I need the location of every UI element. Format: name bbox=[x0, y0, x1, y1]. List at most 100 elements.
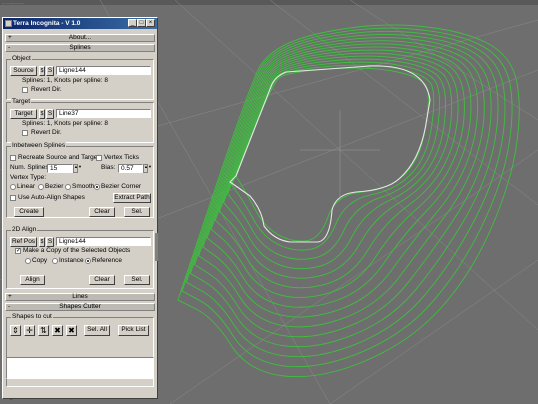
rollout-about-sign: + bbox=[8, 34, 12, 41]
inbetween-sel-button[interactable]: Sel. bbox=[124, 207, 150, 217]
vertex-linear-radio[interactable] bbox=[10, 184, 16, 190]
align2d-group: 2D Align Ref Pos $ S Ligne144 ✓ Make a C… bbox=[6, 226, 154, 289]
copy-label: Copy bbox=[32, 257, 48, 264]
bias-label: Bias: bbox=[101, 164, 116, 171]
contour-line bbox=[194, 37, 492, 338]
auto-align-label: Use Auto-Align Shapes bbox=[18, 194, 85, 201]
vertex-type-label: Vertex Type: bbox=[10, 174, 47, 181]
num-splines-spinner[interactable]: ▲▼ bbox=[73, 164, 82, 173]
minimize-button[interactable]: _ bbox=[128, 19, 137, 27]
terra-incognita-window: Terra Incognita - V 1.0 _ □ × + About...… bbox=[2, 17, 158, 399]
vertex-smooth-label: Smooth bbox=[72, 183, 95, 190]
object-pick-button[interactable]: $ bbox=[39, 66, 45, 76]
vertex-bezier-corner-radio[interactable] bbox=[94, 184, 100, 190]
rollout-shapes-cutter[interactable]: - Shapes Cutter bbox=[5, 303, 155, 311]
object-group-title: Object bbox=[11, 55, 32, 63]
instance-radio[interactable] bbox=[52, 258, 58, 264]
object-sel-button[interactable]: S bbox=[46, 66, 54, 76]
rollout-shapes-cutter-label: Shapes Cutter bbox=[59, 303, 101, 310]
pick-list-button[interactable]: Pick List bbox=[118, 325, 149, 336]
refpos-button[interactable]: Ref Pos bbox=[10, 237, 37, 247]
vertex-linear-label: Linear bbox=[17, 183, 36, 190]
target-pick-button[interactable]: $ bbox=[39, 109, 45, 119]
object-revert-checkbox[interactable] bbox=[22, 87, 28, 93]
align2d-group-title: 2D Align bbox=[11, 226, 38, 234]
target-sel-button[interactable]: S bbox=[46, 109, 54, 119]
vertex-ticks-checkbox[interactable] bbox=[96, 155, 102, 161]
app-icon bbox=[5, 20, 12, 27]
gizmo-axes bbox=[300, 110, 380, 200]
shapes-to-cut-title: Shapes to cut bbox=[11, 313, 53, 321]
source-field[interactable]: Ligne144 bbox=[56, 66, 151, 75]
swap-icon[interactable]: ⇅ bbox=[38, 325, 49, 336]
vertex-bezier-label: Bezier bbox=[45, 183, 64, 190]
target-revert-label: Revert Dir. bbox=[31, 129, 62, 136]
vertex-bezier-corner-label: Bezier Corner bbox=[101, 183, 142, 190]
inbetween-clear-button[interactable]: Clear bbox=[89, 207, 115, 217]
contour-line bbox=[189, 33, 499, 348]
recreate-checkbox[interactable] bbox=[10, 155, 16, 161]
rollout-splines-label: Splines bbox=[69, 44, 91, 51]
close-button[interactable]: × bbox=[146, 19, 155, 27]
delete-all-icon[interactable]: ✖ bbox=[66, 325, 77, 336]
panel-scrollbar[interactable] bbox=[155, 233, 158, 261]
rollout-splines-sign: - bbox=[8, 44, 11, 51]
recreate-label: Recreate Source and Target bbox=[18, 154, 100, 161]
instance-label: Instance bbox=[59, 257, 84, 264]
target-field[interactable]: Line37 bbox=[56, 109, 151, 118]
rollout-lines-sign: + bbox=[8, 293, 12, 300]
rollout-lines[interactable]: + Lines bbox=[5, 293, 155, 301]
inbetween-group: Inbetween Splines Recreate Source and Ta… bbox=[6, 142, 154, 218]
align-field[interactable]: Ligne144 bbox=[56, 237, 151, 246]
align-clear-button[interactable]: Clear bbox=[89, 275, 115, 285]
sel-all-button[interactable]: Sel. All bbox=[84, 325, 110, 336]
vertex-bezier-radio[interactable] bbox=[38, 184, 44, 190]
remove-icon[interactable]: ✖ bbox=[52, 325, 63, 336]
target-group: Target Target $ S Line37 Splines: 1, Kno… bbox=[6, 98, 154, 143]
target-group-title: Target bbox=[11, 98, 32, 106]
object-group: Object Source $ S Ligne144 Splines: 1, K… bbox=[6, 55, 154, 100]
object-info: Splines: 1, Knots per spline: 8 bbox=[22, 77, 108, 84]
window-title: Terra Incognita - V 1.0 bbox=[13, 20, 81, 27]
rollout-about[interactable]: + About... bbox=[5, 34, 155, 42]
target-button[interactable]: Target bbox=[10, 109, 37, 119]
copy-radio[interactable] bbox=[25, 258, 31, 264]
bias-field[interactable]: 0.57 bbox=[118, 164, 143, 173]
num-splines-label: Num. Splines: bbox=[10, 164, 51, 171]
rollout-about-label: About... bbox=[68, 34, 92, 41]
shapes-list[interactable] bbox=[6, 357, 154, 379]
target-revert-checkbox[interactable] bbox=[22, 130, 28, 136]
rollout-lines-label: Lines bbox=[72, 293, 88, 300]
inbetween-group-title: Inbetween Splines bbox=[11, 142, 67, 150]
contour-line bbox=[177, 24, 520, 378]
pick-icon[interactable]: ✛ bbox=[24, 325, 35, 336]
rollout-shapes-cutter-sign: - bbox=[8, 303, 11, 310]
extract-path-button[interactable]: Extract Path bbox=[113, 193, 151, 203]
contour-line bbox=[181, 27, 513, 368]
align-sel2-button[interactable]: Sel. bbox=[124, 275, 150, 285]
add-icon[interactable]: ⇕ bbox=[10, 325, 21, 336]
window-titlebar[interactable]: Terra Incognita - V 1.0 _ □ × bbox=[3, 18, 157, 29]
align-pick-button[interactable]: $ bbox=[39, 237, 45, 247]
make-copy-label: Make a Copy of the Selected Objects bbox=[23, 247, 131, 254]
num-splines-field[interactable]: 15 bbox=[47, 164, 73, 173]
auto-align-checkbox[interactable] bbox=[10, 195, 16, 201]
object-revert-label: Revert Dir. bbox=[31, 86, 62, 93]
reference-label: Reference bbox=[92, 257, 122, 264]
vertex-smooth-radio[interactable] bbox=[65, 184, 71, 190]
contour-line bbox=[198, 40, 485, 328]
align-sel-button[interactable]: S bbox=[46, 237, 54, 247]
shape-icon-row: ⇕ ✛ ⇅ ✖ ✖ bbox=[10, 325, 80, 336]
bias-spinner[interactable]: ▲▼ bbox=[143, 164, 152, 173]
align-button[interactable]: Align bbox=[20, 275, 45, 285]
target-info: Splines: 1, Knots per spline: 8 bbox=[22, 120, 108, 127]
contour-line bbox=[206, 46, 472, 308]
make-copy-checkbox[interactable]: ✓ bbox=[15, 248, 21, 254]
create-button[interactable]: Create bbox=[14, 207, 44, 217]
contour-line bbox=[202, 43, 479, 318]
contour-group bbox=[177, 24, 520, 378]
rollout-splines[interactable]: - Splines bbox=[5, 44, 155, 52]
reference-radio[interactable] bbox=[85, 258, 91, 264]
maximize-button[interactable]: □ bbox=[137, 19, 146, 27]
source-button[interactable]: Source bbox=[10, 66, 37, 76]
